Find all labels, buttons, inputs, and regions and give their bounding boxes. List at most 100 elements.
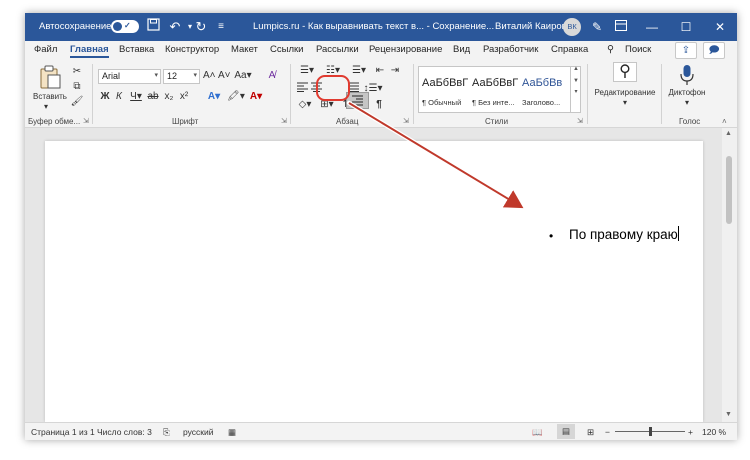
- cut-icon[interactable]: ✂: [70, 65, 84, 79]
- autosave-toggle[interactable]: ✓: [111, 20, 139, 33]
- collapse-ribbon-icon[interactable]: ˄: [722, 117, 727, 126]
- font-launcher-icon[interactable]: ⇲: [281, 117, 287, 125]
- font-name-select[interactable]: Arial ▾: [98, 69, 161, 84]
- align-right-icon: [352, 95, 363, 106]
- style-sample: АаБбВв: [522, 77, 563, 89]
- underline-icon[interactable]: Ч▾: [128, 90, 144, 104]
- group-separator: [92, 64, 93, 124]
- tab-mailings[interactable]: Рассылки: [316, 44, 359, 55]
- format-painter-icon[interactable]: 🖌: [70, 95, 84, 109]
- macro-recording-icon[interactable]: ▦: [228, 427, 236, 438]
- scrollbar-thumb[interactable]: [726, 156, 732, 224]
- zoom-out-icon[interactable]: −: [605, 427, 610, 437]
- paste-icon[interactable]: [38, 65, 62, 95]
- font-color-icon[interactable]: A▾: [247, 90, 265, 104]
- styles-scroll[interactable]: ▲ ▼ ▾: [570, 66, 581, 113]
- read-mode-icon[interactable]: 📖: [532, 427, 543, 438]
- zoom-in-icon[interactable]: +: [688, 427, 693, 437]
- word-count[interactable]: Число слов: 3: [97, 427, 152, 437]
- tab-view[interactable]: Вид: [453, 44, 470, 55]
- comments-button[interactable]: 🗩: [703, 42, 725, 59]
- tab-layout[interactable]: Макет: [231, 44, 258, 55]
- search-icon[interactable]: ⚲: [607, 44, 614, 55]
- group-separator: [587, 64, 588, 124]
- grow-font-icon[interactable]: A˄: [203, 69, 216, 83]
- change-case-icon[interactable]: Aa▾: [234, 69, 252, 83]
- editing-dropdown-icon[interactable]: ▾: [621, 98, 629, 107]
- paragraph-text[interactable]: По правому краю: [569, 226, 679, 242]
- zoom-slider-thumb[interactable]: [649, 427, 652, 436]
- superscript-icon[interactable]: x²: [178, 90, 190, 104]
- italic-icon[interactable]: К: [114, 90, 124, 104]
- avatar[interactable]: ВК: [563, 18, 581, 36]
- clear-formatting-icon[interactable]: A̸: [265, 69, 279, 83]
- paste-dropdown-icon[interactable]: ▾: [44, 102, 48, 111]
- shrink-font-icon[interactable]: A˅: [218, 69, 231, 83]
- chevron-down-icon[interactable]: ▼: [571, 78, 581, 84]
- dictate-label[interactable]: Диктофон: [665, 88, 709, 97]
- customize-toolbar-icon[interactable]: ≡: [211, 17, 231, 37]
- text-effects-icon[interactable]: A▾: [205, 90, 223, 104]
- tab-references[interactable]: Ссылки: [270, 44, 303, 55]
- tab-review[interactable]: Рецензирование: [369, 44, 442, 55]
- redo-icon[interactable]: ↻: [191, 17, 211, 37]
- zoom-level[interactable]: 120 %: [702, 427, 726, 437]
- web-layout-icon[interactable]: ⊞: [587, 427, 594, 438]
- show-formatting-icon[interactable]: ¶: [373, 98, 385, 112]
- style-no-spacing[interactable]: АаБбВвГ ¶ Без инте...: [469, 67, 519, 112]
- share-button[interactable]: ⇪: [675, 42, 697, 59]
- scroll-down-icon[interactable]: ▼: [725, 411, 732, 418]
- clipboard-launcher-icon[interactable]: ⇲: [83, 117, 89, 125]
- styles-gallery: АаБбВвГ ¶ Обычный АаБбВвГ ¶ Без инте... …: [418, 66, 581, 113]
- scroll-up-icon[interactable]: ▲: [725, 130, 732, 137]
- save-icon[interactable]: [143, 17, 163, 37]
- shading-icon[interactable]: ◇▾: [296, 98, 314, 112]
- increase-indent-icon[interactable]: ⇥: [389, 64, 401, 78]
- ribbon-display-icon[interactable]: [611, 17, 631, 37]
- proofing-icon[interactable]: ⎘: [163, 427, 170, 438]
- multilevel-list-icon[interactable]: ☰▾: [348, 64, 370, 78]
- vertical-scrollbar[interactable]: ▲ ▼: [722, 128, 737, 422]
- find-icon[interactable]: ⚲: [613, 62, 637, 82]
- bold-icon[interactable]: Ж: [100, 90, 110, 104]
- paragraph-launcher-icon[interactable]: ⇲: [403, 117, 409, 125]
- document-page[interactable]: • По правому краю: [45, 141, 703, 422]
- tab-insert[interactable]: Вставка: [119, 44, 154, 55]
- tab-home[interactable]: Главная: [70, 44, 109, 58]
- copy-icon[interactable]: ⧉: [70, 80, 84, 94]
- decrease-indent-icon[interactable]: ⇤: [374, 64, 386, 78]
- user-name[interactable]: Виталий Каиров: [495, 21, 567, 32]
- tab-developer[interactable]: Разработчик: [483, 44, 538, 55]
- bullets-icon[interactable]: ☰▾: [296, 64, 318, 78]
- tab-file[interactable]: Файл: [34, 44, 57, 55]
- close-button[interactable]: ✕: [703, 13, 737, 41]
- tab-design[interactable]: Конструктор: [165, 44, 219, 55]
- style-name: ¶ Обычный: [422, 98, 462, 107]
- style-heading[interactable]: АаБбВв Заголово...: [519, 67, 569, 112]
- tab-help[interactable]: Справка: [551, 44, 588, 55]
- minimize-button[interactable]: —: [635, 13, 669, 41]
- paste-label[interactable]: Вставить: [31, 92, 69, 101]
- print-layout-icon[interactable]: ▤: [557, 424, 575, 439]
- dictate-dropdown-icon[interactable]: ▾: [683, 98, 691, 107]
- more-styles-icon[interactable]: ▾: [571, 88, 581, 95]
- chevron-up-icon[interactable]: ▲: [571, 66, 581, 72]
- maximize-button[interactable]: ☐: [669, 13, 703, 41]
- subscript-icon[interactable]: x₂: [163, 90, 175, 104]
- style-normal[interactable]: АаБбВвГ ¶ Обычный: [419, 67, 469, 112]
- document-area: • По правому краю ▲ ▼: [25, 128, 737, 422]
- styles-launcher-icon[interactable]: ⇲: [577, 117, 583, 125]
- style-sample: АаБбВвГ: [422, 77, 469, 89]
- font-size-select[interactable]: 12 ▾: [163, 69, 200, 84]
- editing-label[interactable]: Редактирование: [591, 88, 659, 97]
- style-name: ¶ Без инте...: [472, 98, 515, 107]
- strikethrough-icon[interactable]: ab: [146, 90, 160, 104]
- voice-group-label: Голос: [679, 117, 701, 126]
- page-count[interactable]: Страница 1 из 1: [31, 427, 95, 437]
- align-left-icon[interactable]: [296, 82, 308, 97]
- pen-icon[interactable]: ✎: [587, 17, 607, 37]
- highlight-color-icon[interactable]: 🖍▾: [227, 90, 245, 104]
- search-label[interactable]: Поиск: [625, 44, 651, 55]
- document-title: Lumpics.ru - Как выравнивать текст в... …: [253, 21, 495, 32]
- language[interactable]: русский: [183, 427, 214, 437]
